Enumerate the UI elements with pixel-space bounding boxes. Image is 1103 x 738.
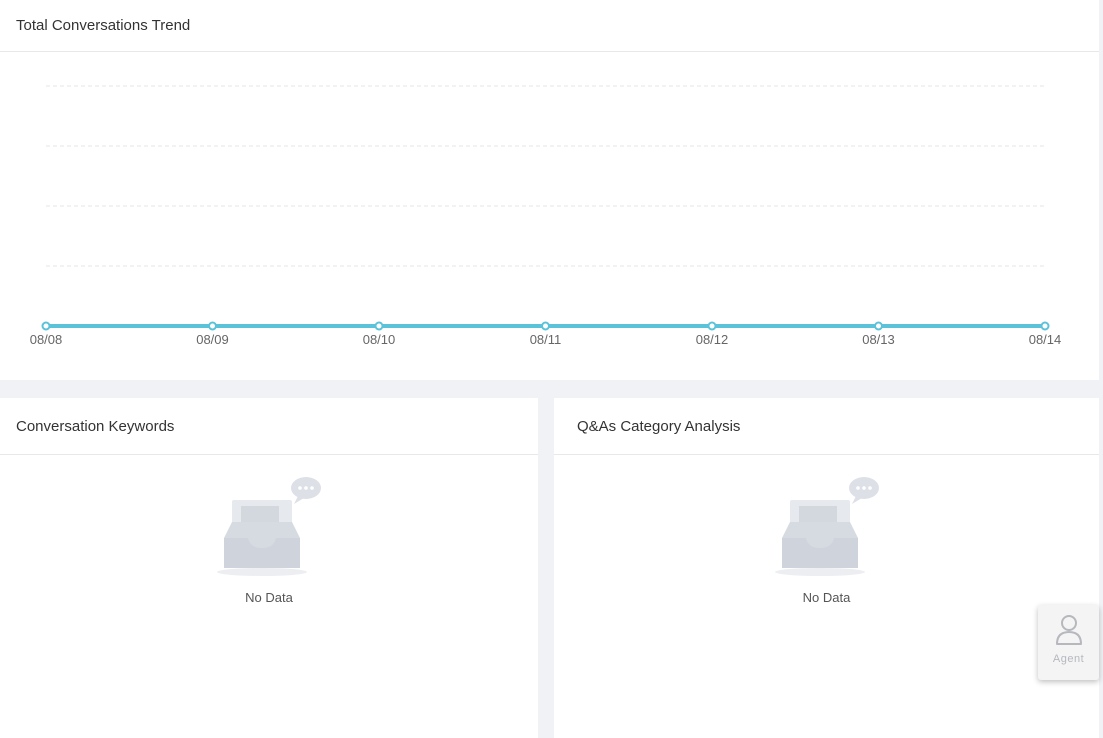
data-point[interactable] xyxy=(41,321,51,331)
keywords-panel-header: Conversation Keywords xyxy=(0,398,538,455)
data-point[interactable] xyxy=(208,321,217,331)
chart-grid xyxy=(46,85,1045,267)
agent-label: Agent xyxy=(1052,653,1085,665)
data-point[interactable] xyxy=(707,321,717,331)
qa-empty-text: No Data xyxy=(802,590,851,605)
keywords-empty-state: No Data xyxy=(0,476,538,605)
empty-inbox-icon xyxy=(774,477,879,576)
chart-series xyxy=(41,321,1050,331)
person-icon xyxy=(1055,615,1082,645)
qa-panel: Q&As Category Analysis No Data xyxy=(554,398,1099,738)
data-point[interactable] xyxy=(1040,321,1050,331)
data-point[interactable] xyxy=(374,321,384,331)
x-tick-label: 08/13 xyxy=(862,332,895,347)
x-tick-label: 08/14 xyxy=(1029,332,1062,347)
chart-x-ticks: 08/08 08/09 08/10 08/11 08/12 08/13 08/14 xyxy=(30,332,1062,347)
keywords-panel: Conversation Keywords No Data xyxy=(0,398,538,738)
data-point[interactable] xyxy=(874,321,883,331)
empty-inbox-icon xyxy=(217,477,321,576)
x-tick-label: 08/11 xyxy=(530,332,562,347)
qa-empty-state: No Data xyxy=(554,476,1099,605)
qa-title: Q&As Category Analysis xyxy=(577,417,741,435)
keywords-title: Conversation Keywords xyxy=(16,417,175,435)
x-tick-label: 08/09 xyxy=(196,332,229,347)
x-tick-label: 08/12 xyxy=(696,332,729,347)
data-point[interactable] xyxy=(541,321,550,331)
trend-panel: Total Conversations Trend 08/08 08/09 08/1… xyxy=(0,0,1099,380)
agent-button[interactable]: Agent xyxy=(1038,605,1099,680)
trend-chart: 08/08 08/09 08/10 08/11 08/12 08/13 08/14 xyxy=(30,85,1062,347)
keywords-empty-text: No Data xyxy=(245,590,293,605)
qa-panel-header: Q&As Category Analysis xyxy=(554,398,1099,455)
x-tick-label: 08/10 xyxy=(363,332,396,347)
x-tick-label: 08/08 xyxy=(30,332,63,347)
